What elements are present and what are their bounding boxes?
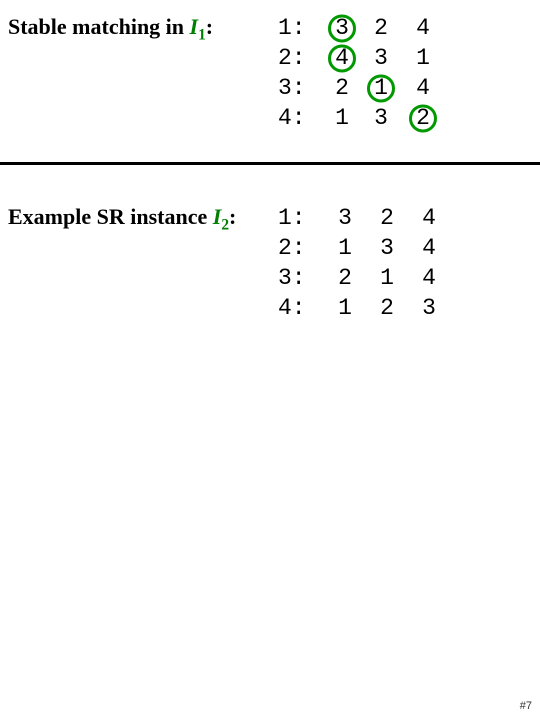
row-id: 1: [278,14,324,44]
row-id: 3: [278,74,324,104]
pref-cell: 3 [366,234,408,264]
pref-cell: 2 [324,264,366,294]
table-row: 1:324 [278,204,450,234]
pref-cell: 1 [324,294,366,324]
pref-cell: 2 [366,294,408,324]
pref-cell: 2 [366,204,408,234]
row-id: 4: [278,104,324,134]
table-row: 3:214 [278,264,450,294]
pref-cell: 1 [360,74,402,104]
table-row: 1:324 [278,14,444,44]
stable-matching-block: Stable matching in I1: 1:3242:4313:2144:… [8,14,444,134]
row-id: 3: [278,264,324,294]
divider [0,162,540,165]
pref-cell: 4 [408,234,450,264]
pref-cell: 1 [324,104,360,134]
table-row: 2:134 [278,234,450,264]
pref-cell: 4 [408,264,450,294]
pref-cell: 2 [360,14,402,44]
pref-cell: 4 [408,204,450,234]
block2-table: 1:3242:1343:2144:123 [278,204,450,324]
pref-cell: 3 [360,44,402,74]
pref-cell: 4 [324,44,360,74]
pref-cell: 3 [360,104,402,134]
pref-cell: 1 [324,234,366,264]
pref-cell: 1 [402,44,444,74]
pref-cell: 2 [324,74,360,104]
pref-cell: 3 [324,204,366,234]
table-row: 2:431 [278,44,444,74]
page-number: #7 [520,700,532,712]
table-row: 4:132 [278,104,444,134]
pref-cell: 1 [366,264,408,294]
block1-label-prefix: Stable matching in [8,14,190,39]
row-id: 2: [278,44,324,74]
pref-cell: 4 [402,74,444,104]
block2-var: I2 [213,204,229,229]
row-id: 4: [278,294,324,324]
pref-cell: 2 [402,104,444,134]
block1-var: I1 [190,14,206,39]
table-row: 4:123 [278,294,450,324]
example-instance-block: Example SR instance I2: 1:3242:1343:2144… [8,204,450,324]
block2-label-prefix: Example SR instance [8,204,213,229]
pref-cell: 3 [408,294,450,324]
block1-label: Stable matching in I1: [8,14,278,45]
pref-cell: 4 [402,14,444,44]
row-id: 1: [278,204,324,234]
pref-cell: 3 [324,14,360,44]
block1-table: 1:3242:4313:2144:132 [278,14,444,134]
table-row: 3:214 [278,74,444,104]
row-id: 2: [278,234,324,264]
block2-label: Example SR instance I2: [8,204,278,235]
